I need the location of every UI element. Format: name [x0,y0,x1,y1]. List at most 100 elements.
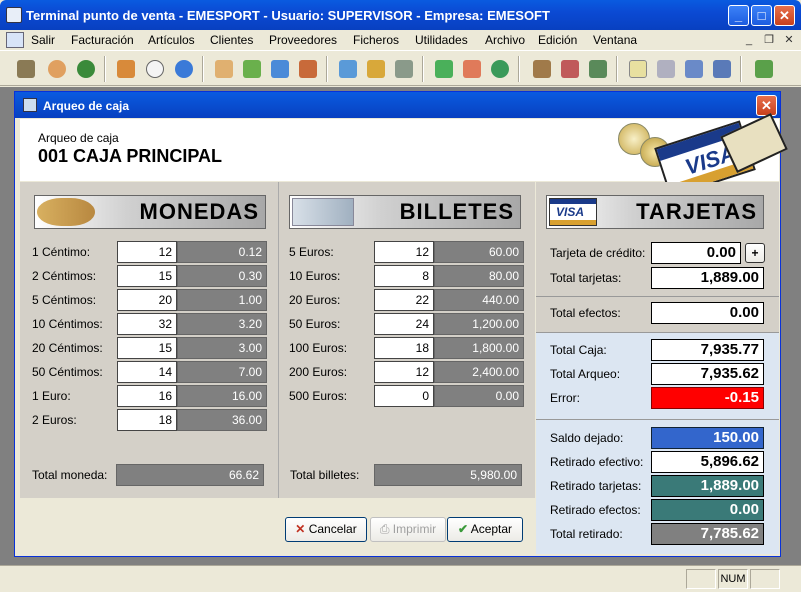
tarjeta-credito-row: Tarjeta de crédito: 0.00 + [550,242,776,264]
retirado-efectivo-value: 5,896.62 [651,451,764,473]
toolbar-printer-icon[interactable] [652,55,680,83]
toolbar-coins-icon[interactable] [362,55,390,83]
menu-ficheros[interactable]: Ficheros [353,33,399,47]
saldo-dejado-input[interactable]: 150.00 [651,427,764,449]
toolbar-books-icon[interactable] [12,55,40,83]
denomination-label: 2 Céntimos: [32,269,97,283]
maximize-button[interactable]: □ [751,5,772,26]
saldo-dejado-label: Saldo dejado: [550,431,624,445]
tarjetas-panel: VISA TARJETAS Tarjeta de crédito: 0.00 +… [536,182,779,554]
toolbar-arrow-icon[interactable] [238,55,266,83]
menu-bar: Salir Facturación Artículos Clientes Pro… [0,30,801,50]
denomination-label: 20 Céntimos: [32,341,103,355]
cancel-button[interactable]: ✕ Cancelar [285,517,367,542]
menu-salir[interactable]: Salir [31,33,55,47]
status-pane-1 [686,569,716,589]
menu-proveedores[interactable]: Proveedores [269,33,337,47]
menu-archivo[interactable]: Archivo [485,33,525,47]
print-button[interactable]: ⎙ Imprimir [370,517,446,542]
menu-ventana[interactable]: Ventana [593,33,637,47]
amount-value: 2,400.00 [434,361,524,383]
quantity-input[interactable]: 18 [117,409,177,431]
toolbar-calculator-icon[interactable] [390,55,418,83]
toolbar-chart-icon[interactable] [528,55,556,83]
total-tarjetas-value: 1,889.00 [651,267,764,289]
monedas-row: 2 Euros: 18 36.00 [32,409,272,431]
toolbar-chart3-icon[interactable] [584,55,612,83]
close-button[interactable]: ✕ [774,5,795,26]
quantity-input[interactable]: 32 [117,313,177,335]
toolbar-edit-icon[interactable] [624,55,652,83]
toolbar-globe2-icon[interactable] [170,55,198,83]
toolbar-person-money-icon[interactable] [430,55,458,83]
toolbar-refresh-icon[interactable] [486,55,514,83]
toolbar-transfer-icon[interactable] [266,55,294,83]
quantity-input[interactable]: 15 [117,265,177,287]
coins-icon [37,198,95,226]
accept-button[interactable]: ✔ Aceptar [447,517,523,542]
toolbar-export2-icon[interactable] [708,55,736,83]
menu-articulos[interactable]: Artículos [148,33,195,47]
quantity-input[interactable]: 22 [374,289,434,311]
toolbar-export-icon[interactable] [680,55,708,83]
total-moneda-label: Total moneda: [32,468,108,482]
app-titlebar: Terminal punto de venta - EMESPORT - Usu… [0,0,801,30]
toolbar-monitor-icon[interactable] [334,55,362,83]
retirado-tarjetas-label: Retirado tarjetas: [550,479,642,493]
mdi-child-icon[interactable] [6,32,24,48]
quantity-input[interactable]: 15 [117,337,177,359]
total-moneda-value: 66.62 [116,464,264,486]
quantity-input[interactable]: 14 [117,361,177,383]
toolbar-home-icon[interactable] [112,55,140,83]
dialog-close-button[interactable]: ✕ [756,95,777,116]
total-arqueo-value: 7,935.62 [651,363,764,385]
error-label: Error: [550,391,580,405]
quantity-input[interactable]: 12 [374,361,434,383]
toolbar-box-icon[interactable] [294,55,322,83]
add-card-button[interactable]: + [745,243,765,263]
billetes-row: 500 Euros: 0 0.00 [289,385,529,407]
quantity-input[interactable]: 8 [374,265,434,287]
quantity-input[interactable]: 18 [374,337,434,359]
quantity-input[interactable]: 16 [117,385,177,407]
minimize-button[interactable]: _ [728,5,749,26]
toolbar-exit-icon[interactable] [750,55,778,83]
retirado-tarjetas-row: Retirado tarjetas: 1,889.00 [550,475,776,497]
toolbar-person-card-icon[interactable] [458,55,486,83]
menu-clientes[interactable]: Clientes [210,33,253,47]
total-efectos-value: 0.00 [651,302,764,324]
toolbar-user-icon[interactable] [43,55,71,83]
total-billetes-value: 5,980.00 [374,464,522,486]
toolbar-chart2-icon[interactable] [556,55,584,83]
toolbar-globe-icon[interactable] [72,55,100,83]
quantity-input[interactable]: 24 [374,313,434,335]
denomination-label: 50 Euros: [289,317,341,331]
total-billetes-label: Total billetes: [290,468,360,482]
amount-value: 440.00 [434,289,524,311]
denomination-label: 5 Céntimos: [32,293,97,307]
total-arqueo-row: Total Arqueo: 7,935.62 [550,363,776,385]
quantity-input[interactable]: 20 [117,289,177,311]
total-retirado-row: Total retirado: 7,785.62 [550,523,776,545]
menu-utilidades[interactable]: Utilidades [415,33,468,47]
retirado-efectos-row: Retirado efectos: 0.00 [550,499,776,521]
mdi-minimize-icon[interactable]: _ [740,32,758,48]
retirado-efectivo-row: Retirado efectivo: 5,896.62 [550,451,776,473]
amount-value: 1,200.00 [434,313,524,335]
amount-value: 36.00 [177,409,267,431]
quantity-input[interactable]: 12 [117,241,177,263]
menu-edicion[interactable]: Edición [538,33,577,47]
tarjeta-credito-input[interactable]: 0.00 [651,242,741,264]
mdi-close-icon[interactable]: ✕ [780,32,798,48]
denomination-label: 1 Céntimo: [32,245,91,259]
quantity-input[interactable]: 12 [374,241,434,263]
tarjetas-title: TARJETAS [636,199,757,224]
amount-value: 7.00 [177,361,267,383]
header-label: Arqueo de caja [38,131,119,145]
quantity-input[interactable]: 0 [374,385,434,407]
toolbar-clock-icon[interactable] [141,55,169,83]
mdi-restore-icon[interactable]: ❐ [760,32,778,48]
cancel-label: Cancelar [308,522,357,536]
menu-facturacion[interactable]: Facturación [71,33,134,47]
toolbar-house-icon[interactable] [210,55,238,83]
